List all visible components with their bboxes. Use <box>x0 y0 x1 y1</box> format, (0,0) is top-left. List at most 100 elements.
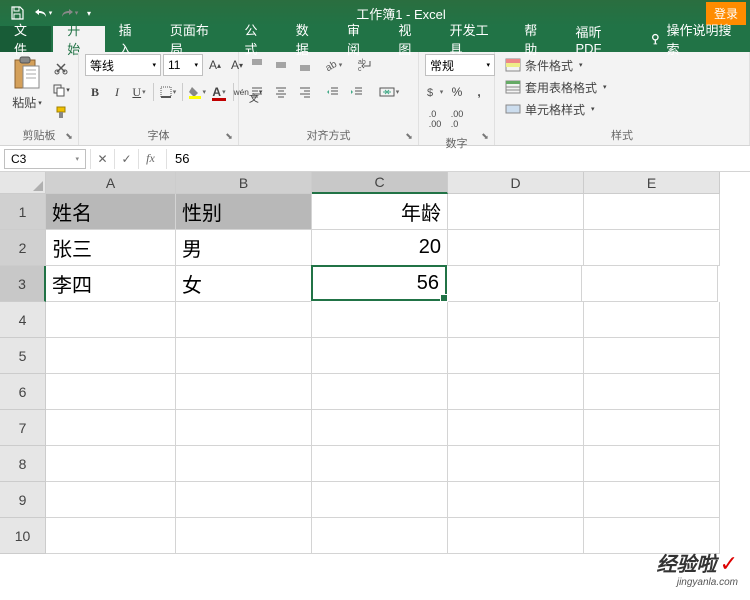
decrease-indent-button[interactable] <box>321 81 345 103</box>
cell-C4[interactable] <box>312 302 448 338</box>
cell-C10[interactable] <box>312 518 448 554</box>
cell-B7[interactable] <box>176 410 312 446</box>
align-middle-button[interactable] <box>269 54 293 76</box>
comma-button[interactable]: , <box>469 81 489 103</box>
select-all-corner[interactable] <box>0 172 46 194</box>
percent-button[interactable]: % <box>447 81 467 103</box>
font-launcher[interactable]: ⬊ <box>222 129 236 143</box>
clipboard-launcher[interactable]: ⬊ <box>62 129 76 143</box>
cell-B10[interactable] <box>176 518 312 554</box>
format-as-table-button[interactable]: 套用表格格式▾ <box>501 76 611 98</box>
name-box[interactable]: C3▾ <box>4 149 86 169</box>
cell-C5[interactable] <box>312 338 448 374</box>
tab-insert[interactable]: 插入 <box>105 26 156 52</box>
paste-button[interactable]: 粘贴▾ <box>6 54 48 111</box>
cell-A4[interactable] <box>46 302 176 338</box>
row-header-9[interactable]: 9 <box>0 482 46 518</box>
cell-C9[interactable] <box>312 482 448 518</box>
row-header-1[interactable]: 1 <box>0 194 46 230</box>
tab-formulas[interactable]: 公式 <box>230 26 281 52</box>
cell-C3[interactable]: 56 <box>311 265 447 301</box>
cell-D3[interactable] <box>446 266 582 302</box>
conditional-format-button[interactable]: 条件格式▾ <box>501 54 587 76</box>
cell-E7[interactable] <box>584 410 720 446</box>
cell-C2[interactable]: 20 <box>312 230 448 266</box>
cell-E4[interactable] <box>584 302 720 338</box>
cell-D10[interactable] <box>448 518 584 554</box>
cell-A2[interactable]: 张三 <box>46 230 176 266</box>
fx-button[interactable]: fx <box>138 149 162 169</box>
enter-formula-button[interactable]: ✓ <box>114 149 138 169</box>
col-header-B[interactable]: B <box>176 172 312 194</box>
cell-A8[interactable] <box>46 446 176 482</box>
cell-B3[interactable]: 女 <box>176 266 312 302</box>
align-right-button[interactable] <box>293 81 317 103</box>
tab-home[interactable]: 开始 <box>53 26 104 52</box>
font-color-button[interactable]: A▾ <box>209 81 229 103</box>
orientation-button[interactable]: ab▾ <box>321 54 345 76</box>
cell-E2[interactable] <box>584 230 720 266</box>
cell-E9[interactable] <box>584 482 720 518</box>
tab-layout[interactable]: 页面布局 <box>156 26 231 52</box>
cell-A5[interactable] <box>46 338 176 374</box>
tab-developer[interactable]: 开发工具 <box>436 26 511 52</box>
number-format-select[interactable]: 常规▾ <box>425 54 495 76</box>
cell-D4[interactable] <box>448 302 584 338</box>
cut-button[interactable] <box>50 58 72 78</box>
alignment-launcher[interactable]: ⬊ <box>402 129 416 143</box>
align-center-button[interactable] <box>269 81 293 103</box>
cell-E3[interactable] <box>582 266 718 302</box>
cell-B5[interactable] <box>176 338 312 374</box>
tab-review[interactable]: 审阅 <box>333 26 384 52</box>
cell-C6[interactable] <box>312 374 448 410</box>
merge-button[interactable]: ▾ <box>377 81 401 103</box>
cell-A9[interactable] <box>46 482 176 518</box>
cell-B4[interactable] <box>176 302 312 338</box>
cell-B1[interactable]: 性别 <box>176 194 312 230</box>
cell-B8[interactable] <box>176 446 312 482</box>
cell-E5[interactable] <box>584 338 720 374</box>
cell-A6[interactable] <box>46 374 176 410</box>
bold-button[interactable]: B <box>85 81 105 103</box>
col-header-D[interactable]: D <box>448 172 584 194</box>
accounting-button[interactable]: $▾ <box>425 81 445 103</box>
row-header-6[interactable]: 6 <box>0 374 46 410</box>
col-header-E[interactable]: E <box>584 172 720 194</box>
col-header-C[interactable]: C <box>312 172 448 194</box>
wrap-text-button[interactable]: abc <box>353 54 377 76</box>
tab-file[interactable]: 文件 <box>0 26 51 52</box>
tab-help[interactable]: 帮助 <box>510 26 561 52</box>
row-header-2[interactable]: 2 <box>0 230 46 266</box>
cell-D8[interactable] <box>448 446 584 482</box>
cell-D5[interactable] <box>448 338 584 374</box>
align-top-button[interactable] <box>245 54 269 76</box>
cell-D6[interactable] <box>448 374 584 410</box>
cancel-formula-button[interactable]: ✕ <box>90 149 114 169</box>
align-bottom-button[interactable] <box>293 54 317 76</box>
cell-D7[interactable] <box>448 410 584 446</box>
cell-B6[interactable] <box>176 374 312 410</box>
cell-E1[interactable] <box>584 194 720 230</box>
fill-color-button[interactable]: ▾ <box>187 81 207 103</box>
tab-data[interactable]: 数据 <box>282 26 333 52</box>
row-header-5[interactable]: 5 <box>0 338 46 374</box>
row-header-8[interactable]: 8 <box>0 446 46 482</box>
increase-font-button[interactable]: A▴ <box>205 54 225 76</box>
cell-E8[interactable] <box>584 446 720 482</box>
cell-C8[interactable] <box>312 446 448 482</box>
cell-B2[interactable]: 男 <box>176 230 312 266</box>
cell-A1[interactable]: 姓名 <box>46 194 176 230</box>
font-size-select[interactable]: 11▾ <box>163 54 203 76</box>
tab-view[interactable]: 视图 <box>384 26 435 52</box>
align-left-button[interactable] <box>245 81 269 103</box>
cell-C7[interactable] <box>312 410 448 446</box>
number-launcher[interactable]: ⬊ <box>478 129 492 143</box>
tab-foxit[interactable]: 福昕PDF <box>562 26 637 52</box>
format-painter-button[interactable] <box>50 102 72 122</box>
col-header-A[interactable]: A <box>46 172 176 194</box>
cell-A3[interactable]: 李四 <box>46 266 176 302</box>
cell-styles-button[interactable]: 单元格样式▾ <box>501 98 599 120</box>
cell-D9[interactable] <box>448 482 584 518</box>
increase-indent-button[interactable] <box>345 81 369 103</box>
row-header-4[interactable]: 4 <box>0 302 46 338</box>
